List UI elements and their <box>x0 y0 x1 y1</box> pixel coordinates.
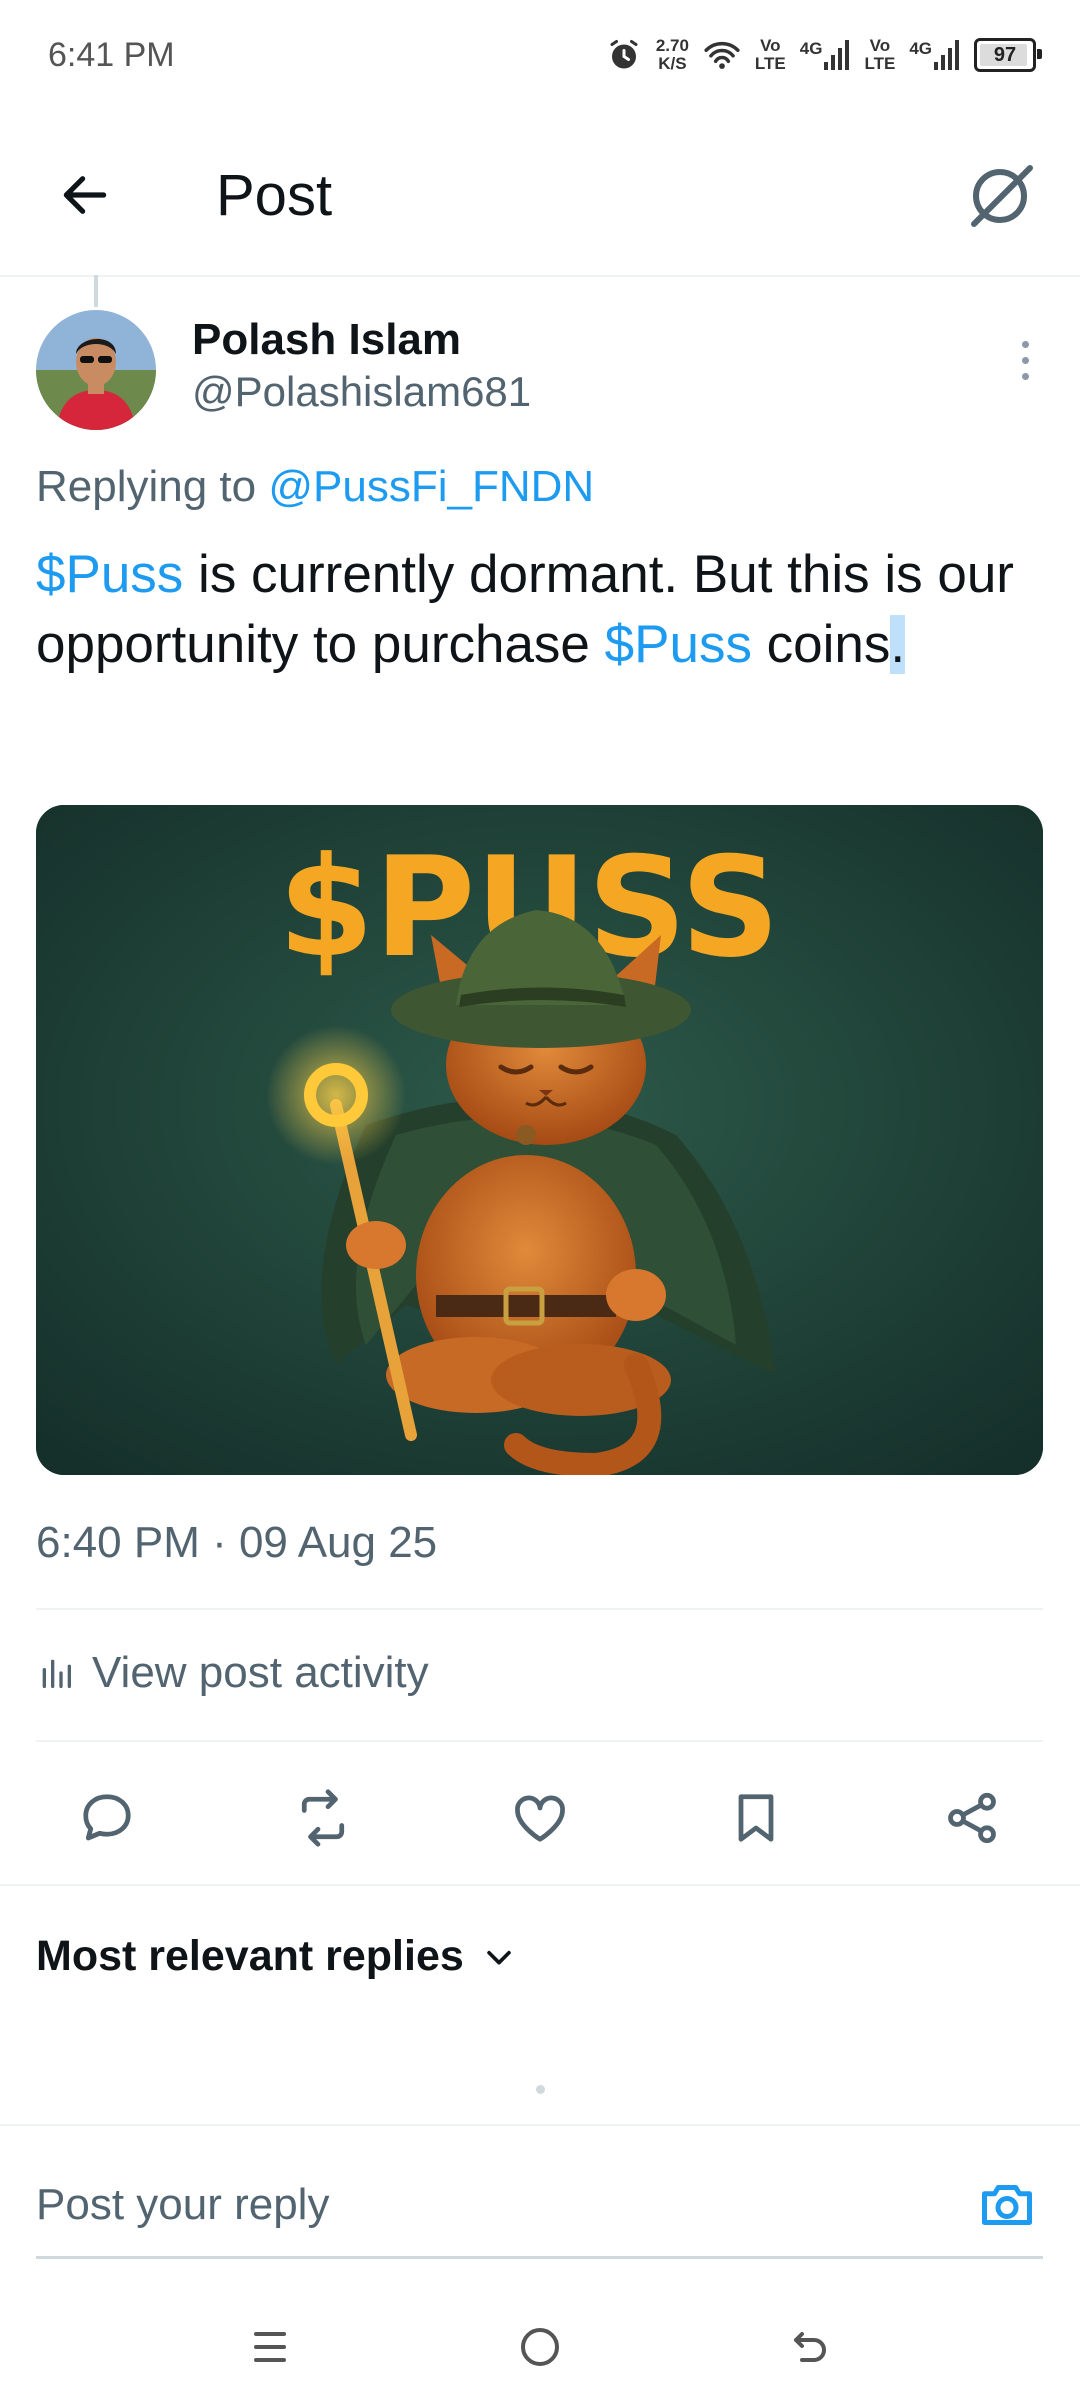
status-icons: 2.70 K/S Vo LTE 4G Vo LTE 4G 97 <box>606 30 1042 80</box>
author-name[interactable]: Polash Islam <box>192 315 461 365</box>
wifi-icon <box>704 41 740 69</box>
view-post-activity[interactable]: View post activity <box>36 1648 429 1698</box>
back-button[interactable] <box>50 160 120 230</box>
like-button[interactable] <box>500 1778 580 1858</box>
post-text-part: coins <box>751 615 891 674</box>
home-button[interactable] <box>495 2302 585 2392</box>
avatar-image <box>36 310 156 430</box>
sim2-signal: 4G <box>909 40 960 70</box>
sim1-signal: 4G <box>800 40 851 70</box>
alarm-icon <box>610 40 638 69</box>
reply-icon <box>83 1794 131 1841</box>
replying-prefix: Replying to <box>36 462 269 511</box>
sim2-volte: Vo LTE <box>864 36 896 73</box>
top-app-bar: Post <box>0 130 1080 277</box>
more-dot <box>1021 356 1029 364</box>
cashtag-link[interactable]: $Puss <box>605 615 752 674</box>
divider <box>0 1884 1080 1886</box>
puss-cat-illustration: $PUSS <box>36 805 1043 1475</box>
signal-icon <box>934 40 959 70</box>
reply-button[interactable] <box>67 1778 147 1858</box>
back-nav-button[interactable] <box>765 2302 855 2392</box>
like-icon <box>515 1795 565 1842</box>
camera-button[interactable] <box>972 2170 1042 2240</box>
cashtag-link[interactable]: $Puss <box>36 545 183 604</box>
battery-icon: 97 <box>974 38 1042 72</box>
loading-indicator <box>536 2085 545 2094</box>
view-post-activity-label: View post activity <box>92 1648 429 1697</box>
menu-icon <box>254 2332 286 2362</box>
text-selection: . <box>890 615 906 674</box>
replies-sort-dropdown[interactable]: Most relevant replies <box>36 1932 516 1981</box>
analytics-icon <box>42 1659 72 1688</box>
sim1-volte: Vo LTE <box>754 36 786 73</box>
recent-apps-button[interactable] <box>225 2302 315 2392</box>
more-dot <box>1021 372 1029 380</box>
net-speed: 2.70 K/S <box>655 36 689 73</box>
status-time: 6:41 PM <box>48 36 175 74</box>
back-icon <box>794 2332 826 2362</box>
post-timestamp[interactable]: 6:40 PM · 09 Aug 25 <box>36 1518 437 1568</box>
share-icon <box>948 1792 996 1844</box>
post-image[interactable]: $PUSS <box>36 805 1043 1475</box>
bookmark-icon <box>738 1794 774 1842</box>
replying-to-handle[interactable]: @PussFi_FNDN <box>268 462 594 511</box>
divider <box>36 1608 1043 1610</box>
home-icon <box>521 2328 559 2366</box>
avatar[interactable] <box>36 310 156 430</box>
share-button[interactable] <box>932 1778 1012 1858</box>
grok-button[interactable] <box>958 154 1042 238</box>
reply-input[interactable] <box>36 2175 936 2235</box>
bookmark-button[interactable] <box>716 1778 796 1858</box>
author-handle[interactable]: @Polashislam681 <box>192 368 531 416</box>
reply-input-underline <box>36 2256 1043 2259</box>
chevron-down-icon <box>487 1950 511 1965</box>
divider <box>0 2124 1080 2126</box>
more-options-button[interactable] <box>1010 330 1040 390</box>
camera-icon <box>982 2185 1032 2225</box>
arrow-left-icon <box>63 176 107 214</box>
post-text: $Puss is currently dormant. But this is … <box>36 540 1036 680</box>
repost-button[interactable] <box>283 1778 363 1858</box>
page-title: Post <box>216 163 333 228</box>
thread-line <box>94 275 98 307</box>
divider <box>36 1740 1043 1742</box>
repost-icon <box>301 1789 345 1847</box>
status-bar: 6:41 PM 2.70 K/S Vo LTE 4G Vo LTE 4G 97 <box>0 0 1080 110</box>
more-dot <box>1021 340 1029 348</box>
grok-icon <box>971 165 1033 227</box>
replying-to: Replying to @PussFi_FNDN <box>36 462 594 512</box>
signal-icon <box>824 40 850 70</box>
replies-sort-label: Most relevant replies <box>36 1932 464 1980</box>
